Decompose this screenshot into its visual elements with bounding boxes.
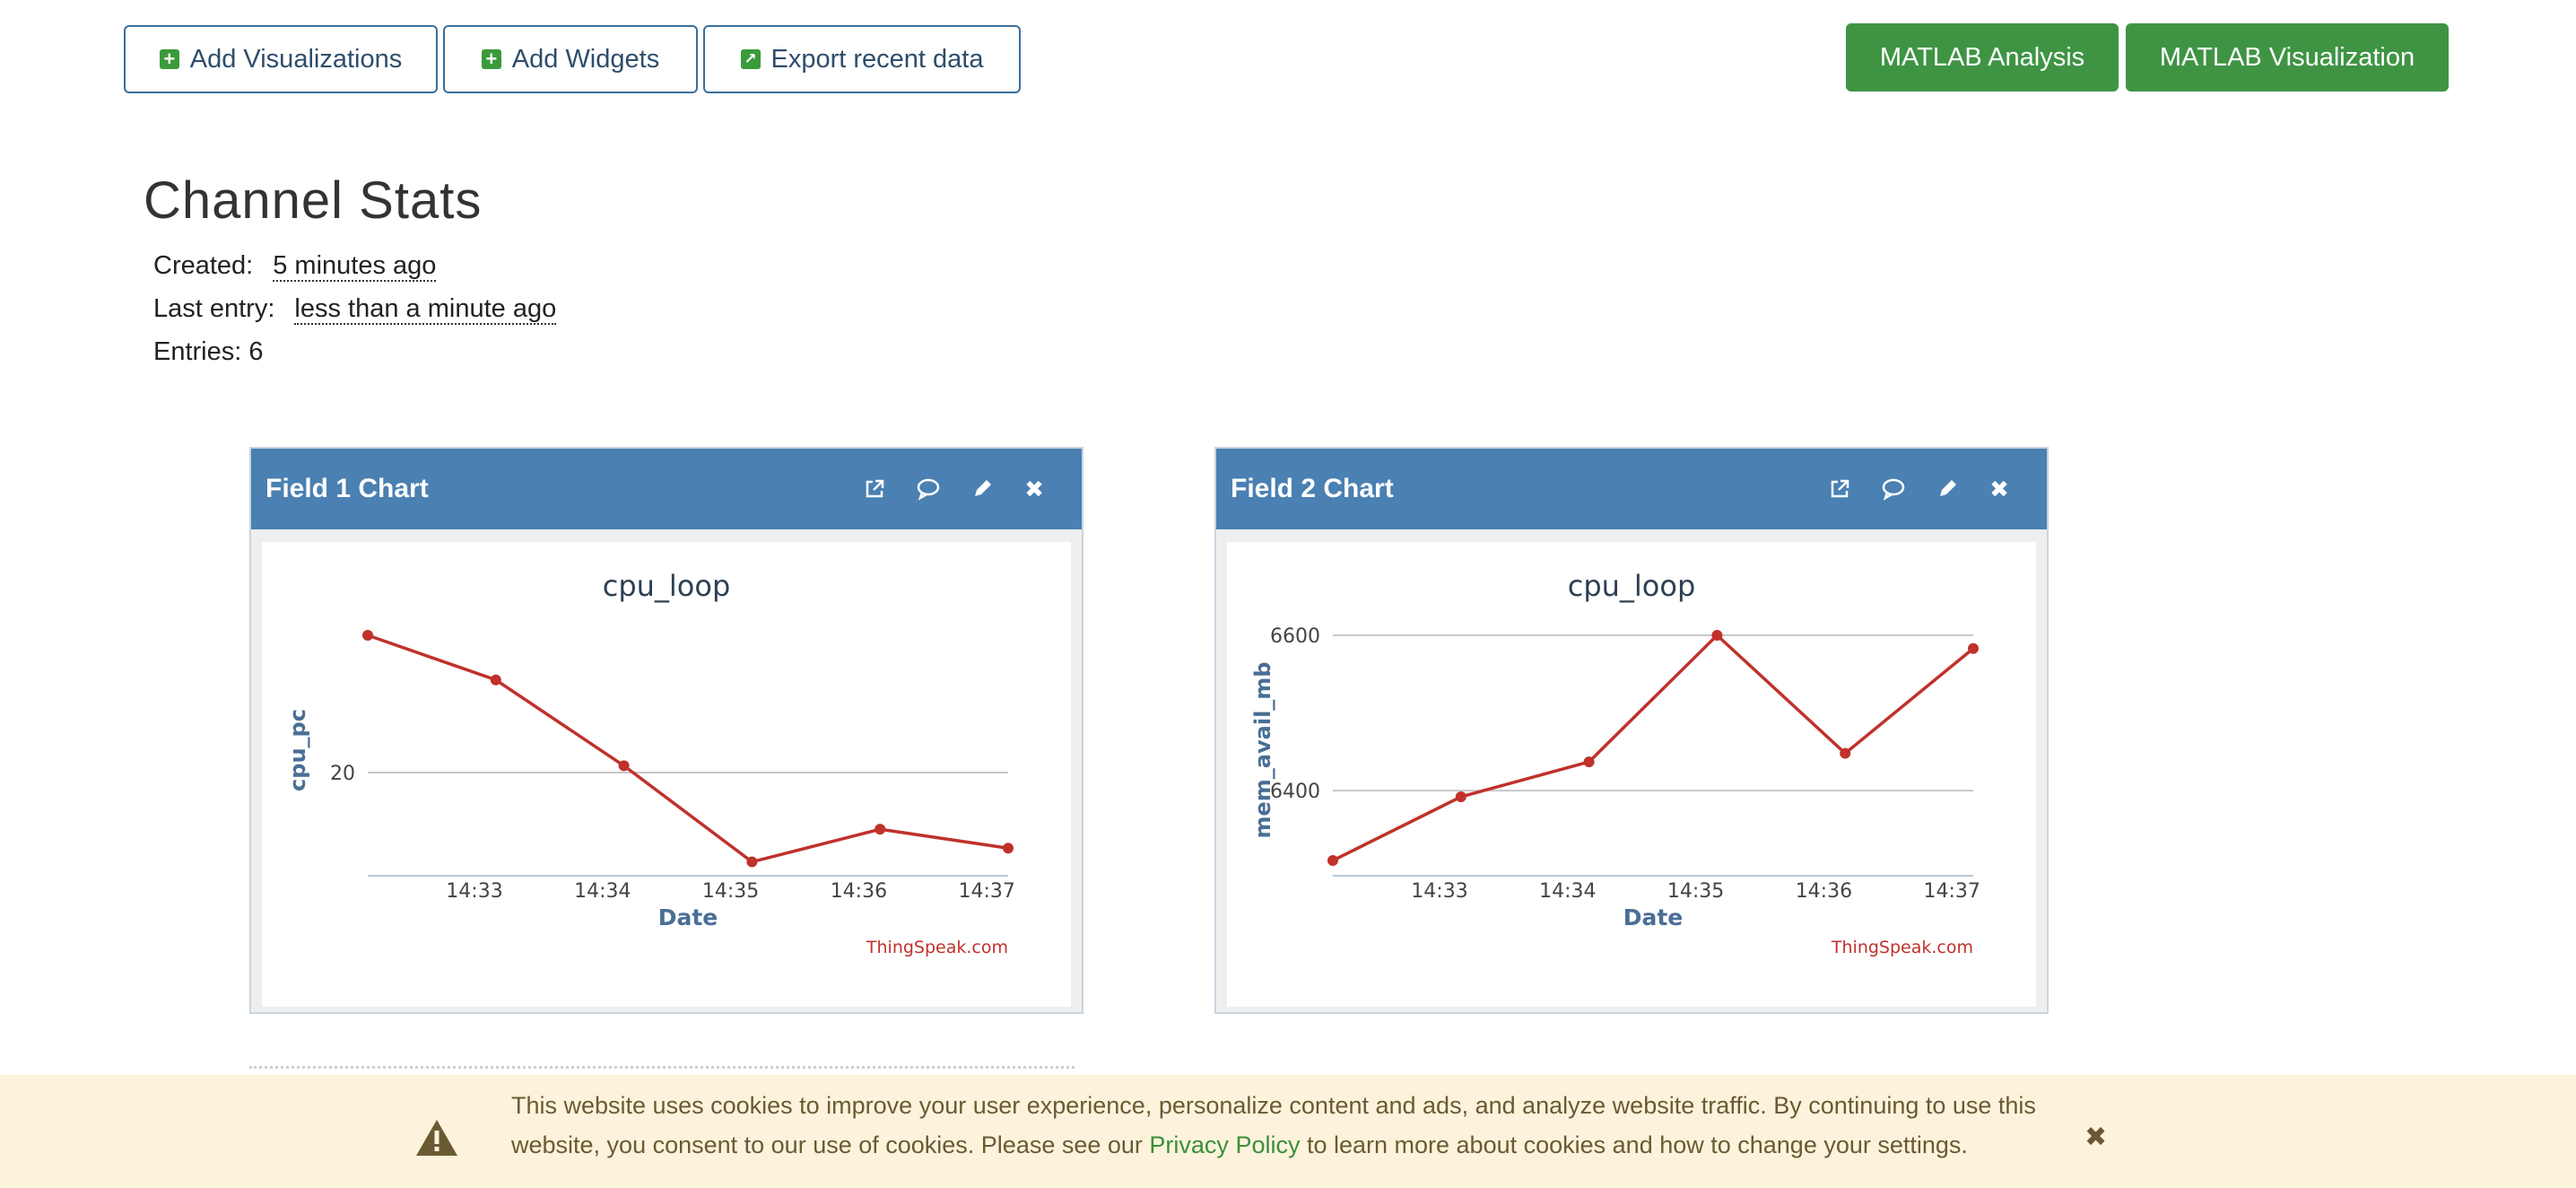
x-tick-label: 14:36 [831,880,887,903]
created-label: Created: [153,251,254,280]
series-line [367,633,1009,864]
field-1-chart-panel: Field 1 Chart ✖ cpu_loop 20 14:33 14:34 14:3… [249,447,1083,1014]
y-axis-label: cpu_pc [285,709,310,791]
series-line [1332,633,1975,862]
pencil-icon[interactable] [1934,476,1961,502]
matlab-analysis-label: MATLAB Analysis [1879,42,2085,72]
matlab-analysis-button[interactable]: MATLAB Analysis [1846,23,2119,92]
matlab-visualization-button[interactable]: MATLAB Visualization [2126,23,2449,92]
y-tick-label: 6600 [1270,625,1320,648]
plus-icon: + [481,49,501,69]
add-widgets-button[interactable]: + Add Widgets [443,25,698,93]
field-1-line-chart: cpu_loop 20 14:33 14:34 14:35 14:36 14:37 Date c… [285,569,1015,957]
y-tick-label: 6400 [1270,781,1320,803]
x-tick-label: 14:36 [1796,880,1852,903]
page-title: Channel Stats [144,171,483,230]
divider [249,1066,1075,1069]
cookie-message: This website uses cookies to improve you… [511,1086,2054,1165]
created-value: 5 minutes ago [273,251,437,282]
created-row: Created: 5 minutes ago [153,251,437,282]
cookie-text-after: to learn more about cookies and how to c… [1300,1131,1968,1158]
warning-icon [416,1120,457,1156]
x-axis-label: Date [658,904,718,930]
external-link-icon[interactable] [1826,476,1853,502]
data-point [875,824,886,835]
data-point [1968,642,1979,654]
data-point [362,630,373,641]
pencil-icon[interactable] [969,476,996,502]
privacy-policy-link[interactable]: Privacy Policy [1149,1131,1300,1158]
field-2-chart-panel: Field 2 Chart ✖ cpu_loop 6400 6600 14:33 14:… [1214,447,2049,1014]
last-entry-row: Last entry: less than a minute ago [153,294,557,325]
x-tick-label: 14:33 [446,880,502,903]
add-visualizations-button[interactable]: + Add Visualizations [124,25,438,93]
y-axis-label: mem_avail_mb [1250,662,1275,839]
add-visualizations-label: Add Visualizations [189,44,403,74]
add-widgets-label: Add Widgets [511,44,660,74]
panel-header: Field 1 Chart ✖ [251,449,1082,529]
x-tick-label: 14:37 [958,880,1014,903]
x-tick-label: 14:34 [1539,880,1596,903]
data-point [1583,756,1595,768]
data-point [490,674,501,686]
external-link-icon[interactable] [861,476,888,502]
comment-icon[interactable] [1880,476,1907,502]
chart-area: cpu_loop 20 14:33 14:34 14:35 14:36 14:37 Date c… [262,542,1071,1007]
x-tick-label: 14:33 [1411,880,1467,903]
chart-title: cpu_loop [603,569,731,603]
data-point [746,856,758,868]
last-entry-label: Last entry: [153,294,275,323]
panel-header: Field 2 Chart ✖ [1216,449,2047,529]
data-point [618,760,630,772]
x-axis-label: Date [1623,904,1684,930]
chart-area: cpu_loop 6400 6600 14:33 14:34 14:35 14:36 14:3… [1227,542,2036,1007]
comment-icon[interactable] [915,476,942,502]
data-point [1711,630,1723,641]
close-icon[interactable]: ✖ [1021,476,1048,502]
close-cookie-icon[interactable]: ✖ [2084,1122,2107,1153]
data-point [1327,855,1338,867]
export-recent-data-label: Export recent data [770,44,984,74]
close-icon[interactable]: ✖ [1986,476,2013,502]
chart-credit: ThingSpeak.com [1831,938,1973,957]
x-tick-label: 14:37 [1923,880,1980,903]
panel-title: Field 2 Chart [1231,474,1394,503]
data-point [1840,747,1851,759]
x-tick-label: 14:34 [574,880,631,903]
data-point [1455,791,1466,803]
x-tick-label: 14:35 [1667,880,1724,903]
chart-title: cpu_loop [1568,569,1696,603]
entries-count: Entries: 6 [153,337,264,366]
external-arrow-icon: ↗ [740,49,761,69]
field-2-line-chart: cpu_loop 6400 6600 14:33 14:34 14:35 14:36 14:3… [1250,569,1980,957]
matlab-visualization-label: MATLAB Visualization [2159,42,2415,72]
x-tick-label: 14:35 [702,880,759,903]
data-point [1003,843,1014,854]
last-entry-value: less than a minute ago [294,294,557,325]
chart-credit: ThingSpeak.com [866,938,1008,957]
panel-title: Field 1 Chart [265,474,429,503]
plus-icon: + [159,49,179,69]
export-recent-data-button[interactable]: ↗ Export recent data [703,25,1021,93]
y-tick-label: 20 [330,763,355,785]
